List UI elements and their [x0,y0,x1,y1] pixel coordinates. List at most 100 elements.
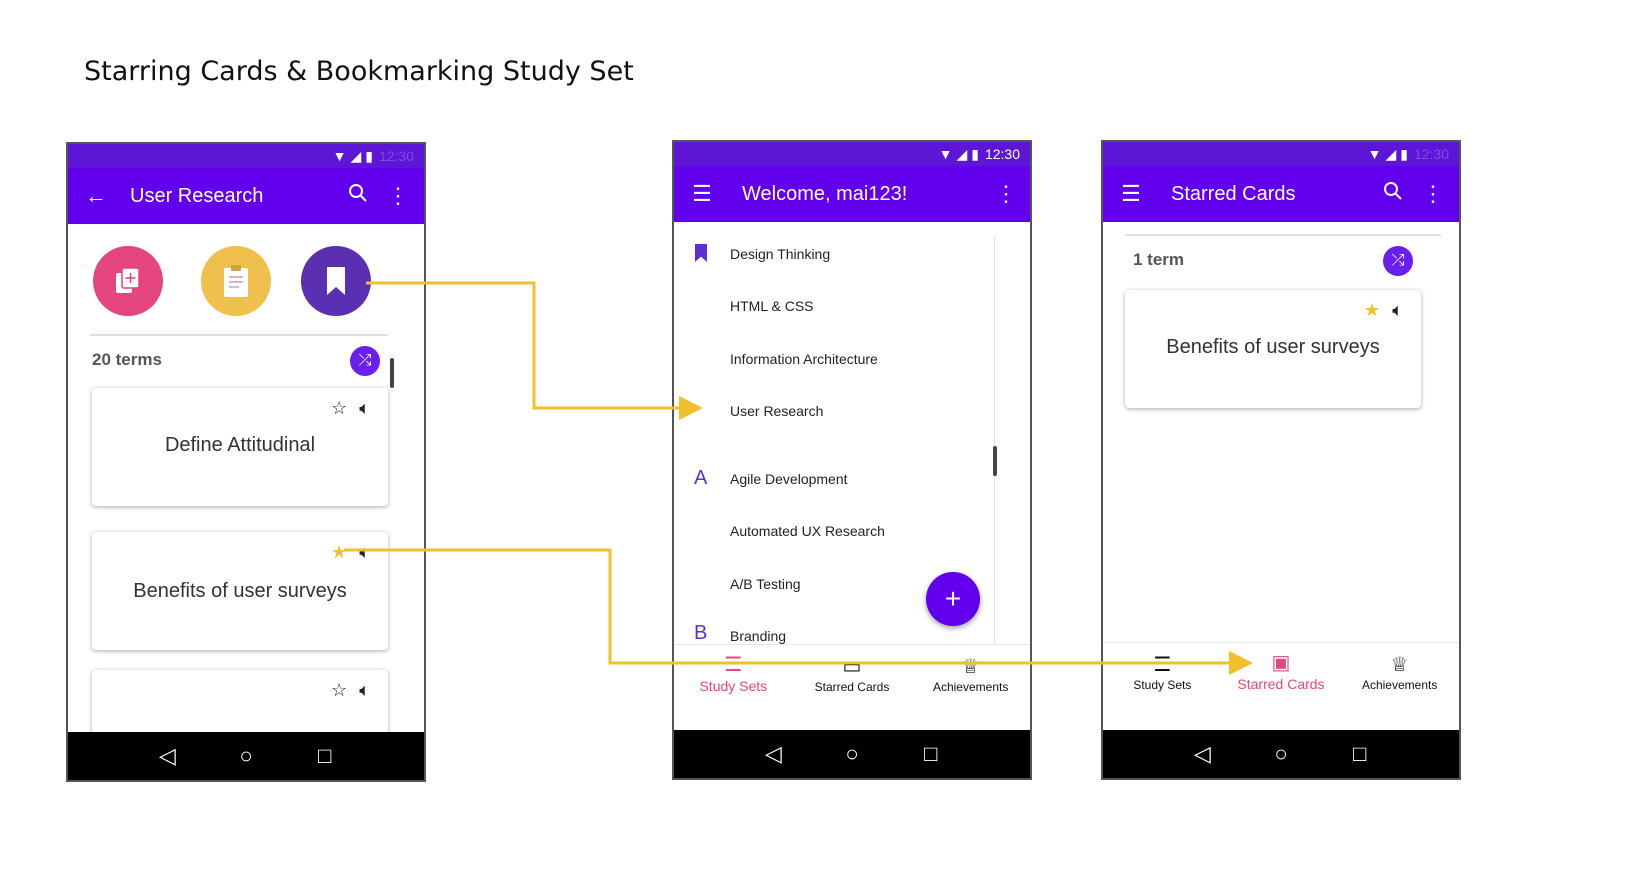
star-icon[interactable]: ☆ [331,680,347,701]
search-icon[interactable] [1373,181,1413,207]
wifi-icon: ▼ [1367,146,1382,162]
shuffle-button[interactable]: ⤮ [1383,246,1413,276]
shuffle-icon: ⤮ [358,352,372,369]
back-nav-icon[interactable]: ◁ [753,741,793,767]
status-bar: ▼ ◢ ▮ 12:30 [674,142,1030,166]
overflow-menu-icon[interactable]: ⋮ [378,183,418,209]
section-letter: B [694,622,708,644]
overflow-menu-icon[interactable]: ⋮ [1413,181,1453,207]
card-tools: ★ 🔈︎ [331,542,370,563]
starred-icon[interactable]: ★ [331,542,347,563]
app-bar-title: Welcome, mai123! [742,182,908,205]
cell-signal-icon: ◢ [350,147,362,164]
divider [1125,234,1441,236]
signal-icons: ▼ ◢ ▮ [939,146,979,163]
bookmark-icon [327,267,345,295]
wifi-icon: ▼ [332,148,347,164]
recents-nav-icon[interactable]: □ [911,741,951,767]
app-bar: ☰ Welcome, mai123! ⋮ [674,166,1030,222]
tab-achievements[interactable]: ♕ Achievements [916,654,1026,694]
cell-signal-icon: ◢ [956,145,968,162]
tab-label: Starred Cards [1237,676,1325,692]
cell-signal-icon: ◢ [1385,145,1397,162]
shuffle-button[interactable]: ⤮ [350,346,380,376]
scrollbar[interactable] [390,358,394,388]
signal-icons: ▼ ◢ ▮ [333,148,373,165]
quiz-button[interactable] [201,246,271,316]
app-bar-title: Starred Cards [1171,182,1296,205]
signal-icons: ▼ ◢ ▮ [1368,146,1408,163]
starred-icon[interactable]: ★ [1364,300,1380,321]
bottom-navigation: ☰ Study Sets ▣ Starred Cards ♕ Achieveme… [1103,642,1459,698]
status-bar: ▼ ◢ ▮ 12:30 [68,144,424,168]
card-term: Benefits of user surveys [133,580,347,602]
home-nav-icon[interactable]: ○ [832,741,872,767]
status-bar: ▼ ◢ ▮ 12:30 [1103,142,1459,166]
scrollbar[interactable] [993,446,997,476]
study-set-item[interactable]: Information Architecture [730,351,878,367]
card-tools: ☆ 🔈︎ [331,680,370,701]
phone-welcome: ▼ ◢ ▮ 12:30 ☰ Welcome, mai123! ⋮ Design … [672,140,1032,780]
tab-label: Study Sets [1133,678,1192,692]
study-set-item[interactable]: A/B Testing [730,576,801,592]
hamburger-menu-icon[interactable]: ☰ [1111,181,1151,207]
phone-user-research: ▼ ◢ ▮ 12:30 ← User Research ⋮ 20 terms ⤮… [66,142,426,782]
speaker-icon[interactable]: 🔈︎ [359,542,370,563]
bottom-navigation: ☰ Study Sets ▭ Starred Cards ♕ Achieveme… [674,644,1030,700]
tab-study-sets[interactable]: ☰ Study Sets [678,652,788,694]
flashcard[interactable]: ☆ 🔈︎ Define Attitudinal [92,388,388,506]
status-time: 12:30 [378,148,414,164]
app-bar: ☰ Starred Cards ⋮ [1103,166,1459,222]
back-arrow-icon[interactable]: ← [76,183,116,209]
card-term: Benefits of user surveys [1166,336,1380,358]
add-fab-button[interactable]: + [926,572,980,626]
app-bar: ← User Research ⋮ [68,168,424,224]
tab-achievements[interactable]: ♕ Achievements [1345,652,1455,692]
tab-study-sets[interactable]: ☰ Study Sets [1107,652,1217,692]
status-time: 12:30 [1413,146,1449,162]
overflow-menu-icon[interactable]: ⋮ [986,181,1026,207]
study-set-item[interactable]: User Research [730,403,823,419]
status-time: 12:30 [984,146,1020,162]
flashcard[interactable]: ★ 🔈︎ Benefits of user surveys [1125,290,1421,408]
speaker-icon[interactable]: 🔈︎ [359,398,370,419]
home-nav-icon[interactable]: ○ [1261,741,1301,767]
study-set-item[interactable]: Design Thinking [730,246,830,262]
study-set-item[interactable]: HTML & CSS [730,298,814,314]
shuffle-icon: ⤮ [1391,252,1405,269]
speaker-icon[interactable]: 🔈︎ [1392,300,1403,321]
study-set-item[interactable]: Automated UX Research [730,523,885,539]
back-nav-icon[interactable]: ◁ [1182,741,1222,767]
phone-starred-cards: ▼ ◢ ▮ 12:30 ☰ Starred Cards ⋮ 1 term ⤮ ★… [1101,140,1461,780]
study-set-item[interactable]: Branding [730,628,786,644]
starred-card-icon: ▭ [842,656,862,678]
tab-starred-cards[interactable]: ▣ Starred Cards [1226,650,1336,692]
section-letter: A [694,467,708,489]
card-term: Define Attitudinal [164,434,316,456]
tab-label: Starred Cards [814,680,890,694]
bookmark-set-button[interactable] [301,246,371,316]
search-icon[interactable] [338,183,378,209]
storyboard-canvas: Starring Cards & Bookmarking Study Set ▼… [0,0,1650,874]
hamburger-menu-icon[interactable]: ☰ [682,181,722,207]
add-to-set-button[interactable] [93,246,163,316]
terms-count: 1 term [1133,250,1185,269]
recents-nav-icon[interactable]: □ [305,743,345,769]
stack-icon: ☰ [724,654,743,676]
recents-nav-icon[interactable]: □ [1340,741,1380,767]
scroll-track [994,236,995,644]
star-icon[interactable]: ☆ [331,398,347,419]
divider [90,334,388,336]
starred-card-icon: ▣ [1271,652,1291,674]
study-set-item[interactable]: Agile Development [730,471,848,487]
card-tools: ★ 🔈︎ [1364,300,1403,321]
speaker-icon[interactable]: 🔈︎ [359,680,370,701]
add-card-icon [116,267,140,293]
back-nav-icon[interactable]: ◁ [147,743,187,769]
flashcard[interactable]: ★ 🔈︎ Benefits of user surveys [92,532,388,650]
terms-count: 20 terms [92,350,162,369]
system-nav-bar: ◁ ○ □ [1103,730,1459,778]
home-nav-icon[interactable]: ○ [226,743,266,769]
tab-starred-cards[interactable]: ▭ Starred Cards [797,654,907,694]
system-nav-bar: ◁ ○ □ [68,732,424,780]
